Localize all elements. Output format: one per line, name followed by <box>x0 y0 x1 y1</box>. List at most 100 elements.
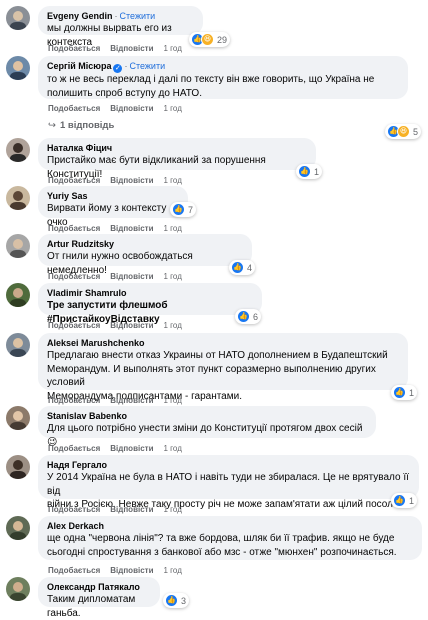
like-button[interactable]: Подобається <box>48 396 100 405</box>
follow-link[interactable]: Стежити <box>129 61 165 71</box>
like-button[interactable]: Подобається <box>48 272 100 281</box>
like-button[interactable]: Подобається <box>48 224 100 233</box>
replies-count: 1 відповідь <box>59 120 115 131</box>
like-button[interactable]: Подобається <box>48 444 100 453</box>
comment-bubble: Alex Derkach ще одна "червона лінія"? та… <box>38 516 422 560</box>
comment-author[interactable]: Vladimir Shamrulo <box>47 288 127 298</box>
reply-button[interactable]: Відповісти <box>110 44 153 53</box>
avatar[interactable] <box>6 333 30 357</box>
reply-button[interactable]: Відповісти <box>110 104 153 113</box>
like-reaction-icon: 👍 <box>231 261 244 274</box>
reply-button[interactable]: Відповісти <box>110 224 153 233</box>
like-reaction-icon: 👍 <box>172 203 185 216</box>
reply-button[interactable]: Відповісти <box>110 444 153 453</box>
comment-author[interactable]: Надя Гергало <box>47 460 107 470</box>
avatar[interactable] <box>6 516 30 540</box>
comment-text: Таким дипломатам ганьба. <box>47 594 136 619</box>
reaction-summary[interactable]: 👍 😆 29 <box>189 32 231 47</box>
comment-text-line: то ж не весь переклад і далі по тексту в… <box>47 74 375 85</box>
comment-bubble: Сергій Місюра ✓ · Стежити то ж не весь пере… <box>38 56 408 99</box>
reaction-summary[interactable]: 👍 3 <box>163 593 190 608</box>
avatar[interactable] <box>6 283 30 307</box>
reaction-summary[interactable]: 👍 7 <box>170 202 197 217</box>
haha-reaction-icon: 😆 <box>201 33 214 46</box>
avatar[interactable] <box>6 406 30 430</box>
reply-button[interactable]: Відповісти <box>110 176 153 185</box>
comment-time[interactable]: 1 год <box>164 272 182 281</box>
comment-time[interactable]: 1 год <box>164 176 182 185</box>
comment-actions: Подобається Відповісти 1 год <box>48 444 182 454</box>
comment-actions: Подобається Відповісти 1 год <box>48 44 182 54</box>
reply-button[interactable]: Відповісти <box>110 566 153 575</box>
comment-text-line: полишить спроб вступу до НАТО. <box>47 87 202 99</box>
reply-button[interactable]: Відповісти <box>110 505 153 514</box>
reaction-summary[interactable]: 👍 6 <box>235 309 262 324</box>
reply-button[interactable]: Відповісти <box>110 272 153 281</box>
comment-bubble: Надя Гергало У 2014 Україна не була в НА… <box>38 455 419 510</box>
follow-link[interactable]: Стежити <box>120 11 156 21</box>
view-replies-link[interactable]: ↪ 1 відповідь <box>48 120 114 131</box>
reaction-summary[interactable]: 👍 1 <box>391 385 418 400</box>
reaction-summary[interactable]: 👍 1 <box>391 493 418 508</box>
reaction-summary[interactable]: 👍 1 <box>296 164 323 179</box>
comment-time[interactable]: 1 год <box>164 396 182 405</box>
like-reaction-icon: 👍 <box>165 594 178 607</box>
comment-text-line: У 2014 Україна не була в НАТО і навіть т… <box>47 472 409 497</box>
reaction-count: 29 <box>217 34 228 45</box>
comment-actions: Подобається Відповісти 1 год <box>48 505 182 515</box>
comment-time[interactable]: 1 год <box>164 321 182 330</box>
like-button[interactable]: Подобається <box>48 44 100 53</box>
reaction-summary[interactable]: 👍 😆 5 <box>385 124 422 139</box>
comment-author[interactable]: Сергій Місюра <box>47 61 111 71</box>
like-button[interactable]: Подобається <box>48 566 100 575</box>
comment-actions: Подобається Відповісти 1 год <box>48 272 182 282</box>
comment-author[interactable]: Alex Derkach <box>47 521 104 531</box>
comment-author[interactable]: Evgeny Gendin <box>47 11 113 21</box>
avatar[interactable] <box>6 577 30 601</box>
avatar[interactable] <box>6 56 30 80</box>
avatar[interactable] <box>6 455 30 479</box>
comment-actions: Подобається Відповісти 1 год <box>48 321 182 331</box>
comment-time[interactable]: 1 год <box>164 444 182 453</box>
comment-bubble: Vladimir Shamrulo Тре запустити флешмоб … <box>38 283 262 325</box>
reaction-count: 7 <box>188 204 194 215</box>
comment-bubble: Artur Rudzitsky От гнили нужно освобожда… <box>38 234 252 276</box>
like-reaction-icon: 👍 <box>393 494 406 507</box>
like-button[interactable]: Подобається <box>48 321 100 330</box>
comment-author[interactable]: Олександр Патякало <box>47 582 140 592</box>
like-button[interactable]: Подобається <box>48 505 100 514</box>
separator-dot: · <box>114 11 118 21</box>
comment-author[interactable]: Наталка Фіцич <box>47 143 112 153</box>
comment-bubble: Олександр Патякало Таким дипломатам гань… <box>38 577 160 619</box>
reaction-count: 6 <box>253 311 259 322</box>
comment-bubble: Evgeny Gendin · Стежити мы должны вырвать … <box>38 6 203 48</box>
avatar[interactable] <box>6 234 30 258</box>
comment-author[interactable]: Stanislav Babenko <box>47 411 127 421</box>
comment-bubble: Yuriy Sas Вирвати йому з контексту очко <box>38 186 188 228</box>
avatar[interactable] <box>6 186 30 210</box>
comment-actions: Подобається Відповісти 1 год <box>48 224 182 234</box>
like-reaction-icon: 👍 <box>237 310 250 323</box>
comment-author[interactable]: Aleksei Marushchenko <box>47 338 145 348</box>
comment-time[interactable]: 1 год <box>164 44 182 53</box>
comment-time[interactable]: 1 год <box>164 104 182 113</box>
comment-text-line: Меморандум. И выполнять этот пункт сораз… <box>47 363 376 389</box>
avatar[interactable] <box>6 6 30 30</box>
comment-bubble: Stanislav Babenko Для цього потрібно уне… <box>38 406 376 448</box>
reply-button[interactable]: Відповісти <box>110 321 153 330</box>
comment-time[interactable]: 1 год <box>164 566 182 575</box>
comment-time[interactable]: 1 год <box>164 505 182 514</box>
comment-time[interactable]: 1 год <box>164 224 182 233</box>
comment-bubble: Наталка Фіцич Пристайко має бути відклик… <box>38 138 316 180</box>
comment-author[interactable]: Yuriy Sas <box>47 191 88 201</box>
reaction-count: 4 <box>247 262 253 273</box>
reaction-summary[interactable]: 👍 4 <box>229 260 256 275</box>
comment-actions: Подобається Відповісти 1 год <box>48 176 182 186</box>
reaction-count: 1 <box>409 387 415 398</box>
comment-author[interactable]: Artur Rudzitsky <box>47 239 114 249</box>
reply-button[interactable]: Відповісти <box>110 396 153 405</box>
comment-text-line: ще одна "червона лінія"? та вже бордова,… <box>47 533 395 544</box>
like-button[interactable]: Подобається <box>48 176 100 185</box>
avatar[interactable] <box>6 138 30 162</box>
like-button[interactable]: Подобається <box>48 104 100 113</box>
